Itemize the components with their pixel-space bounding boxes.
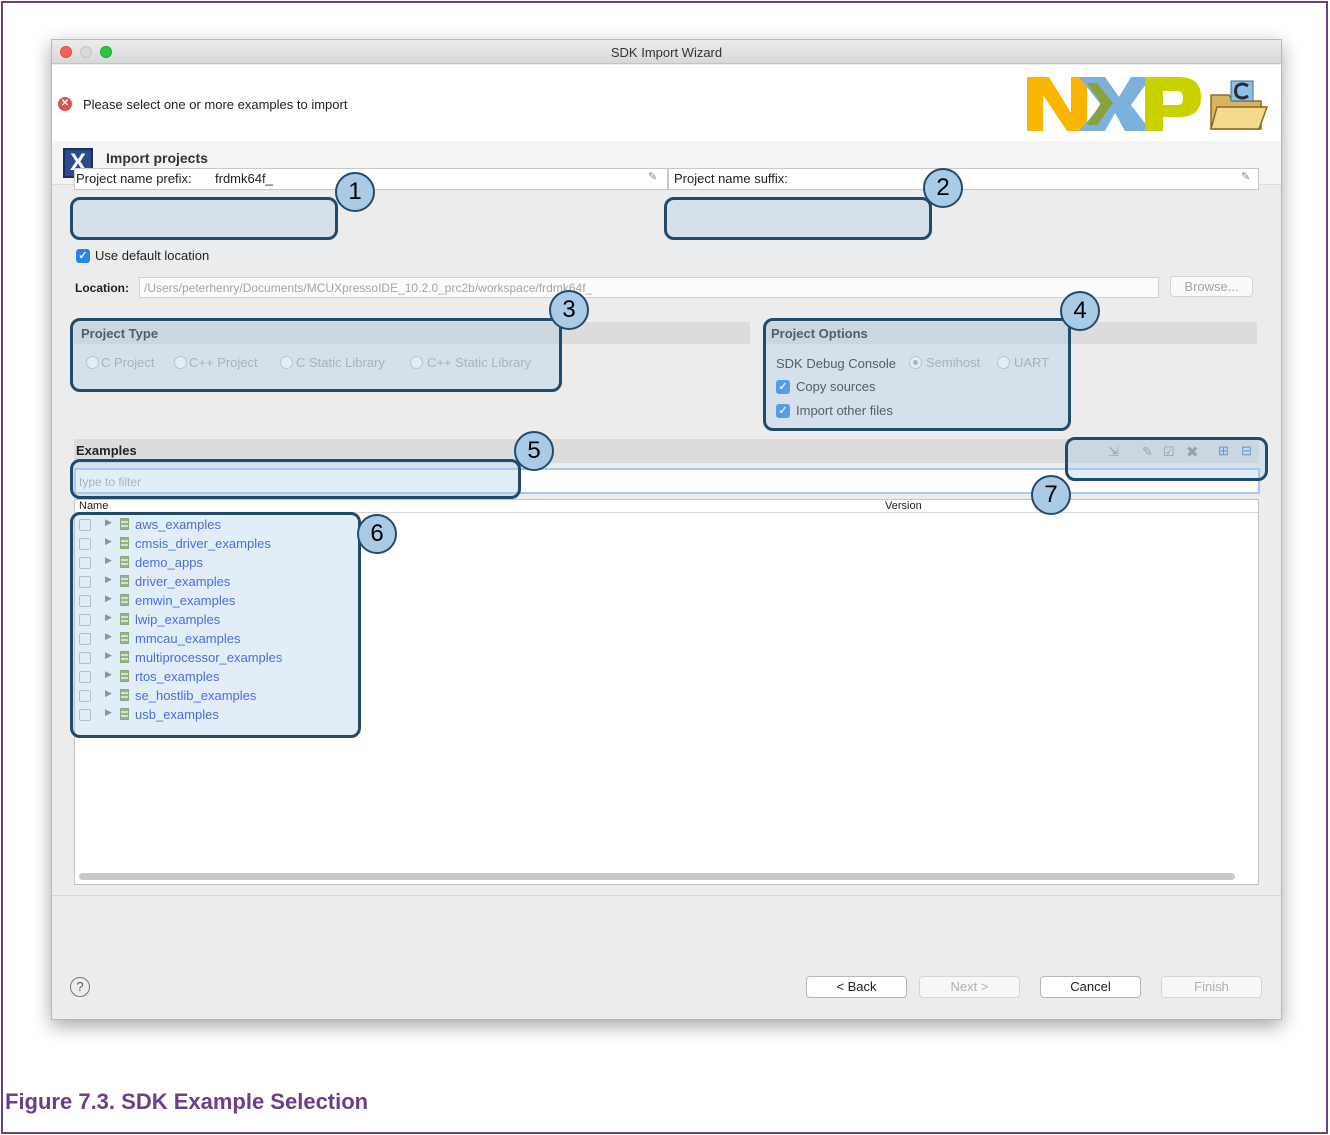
column-name[interactable]: Name (79, 500, 108, 512)
use-default-location-checkbox[interactable]: ✓ (76, 249, 90, 263)
clear-prefix-icon[interactable]: ✎ (648, 170, 657, 183)
prefix-input[interactable]: frdmk64f_ (215, 171, 273, 186)
nxp-logo (1027, 77, 1201, 131)
location-label: Location: (75, 281, 129, 295)
callout-box-5 (70, 459, 521, 499)
callout-box-6 (70, 512, 361, 738)
callout-box-1 (70, 197, 338, 240)
back-button[interactable]: < Back (806, 976, 907, 998)
suffix-label: Project name suffix: (674, 171, 788, 186)
window-title: SDK Import Wizard (610, 45, 723, 60)
finish-button[interactable]: Finish (1161, 976, 1262, 998)
error-message: Please select one or more examples to im… (83, 97, 348, 112)
examples-title: Examples (76, 443, 137, 458)
callout-box-2 (664, 197, 932, 240)
cancel-button[interactable]: Cancel (1040, 976, 1141, 998)
folder-c-icon (1210, 80, 1269, 130)
callout-badge-1: 1 (335, 172, 375, 212)
callout-badge-5: 5 (514, 431, 554, 471)
callout-box-7 (1065, 437, 1268, 481)
callout-badge-7: 7 (1031, 475, 1071, 515)
use-default-location-label: Use default location (95, 248, 210, 263)
error-icon: ✕ (58, 97, 72, 111)
callout-badge-3: 3 (549, 290, 589, 330)
callout-badge-2: 2 (923, 168, 963, 208)
callout-box-4 (763, 318, 1071, 431)
clear-suffix-icon[interactable]: ✎ (1241, 170, 1250, 183)
help-icon[interactable]: ? (70, 977, 90, 997)
callout-box-3 (70, 318, 562, 392)
page-title: Import projects (106, 150, 208, 166)
column-version[interactable]: Version (885, 500, 922, 512)
figure-caption: Figure 7.3. SDK Example Selection (5, 1089, 369, 1114)
prefix-label: Project name prefix: (76, 171, 192, 186)
location-input[interactable]: /Users/peterhenry/Documents/MCUXpressoID… (139, 277, 1159, 298)
browse-button[interactable]: Browse... (1170, 276, 1253, 297)
callout-badge-4: 4 (1060, 291, 1100, 331)
callout-badge-6: 6 (357, 514, 397, 554)
title-bar: SDK Import Wizard (52, 40, 1281, 64)
button-bar (52, 895, 1281, 1019)
next-button[interactable]: Next > (919, 976, 1020, 998)
location-value: /Users/peterhenry/Documents/MCUXpressoID… (144, 281, 593, 295)
horizontal-scrollbar[interactable] (79, 873, 1235, 880)
